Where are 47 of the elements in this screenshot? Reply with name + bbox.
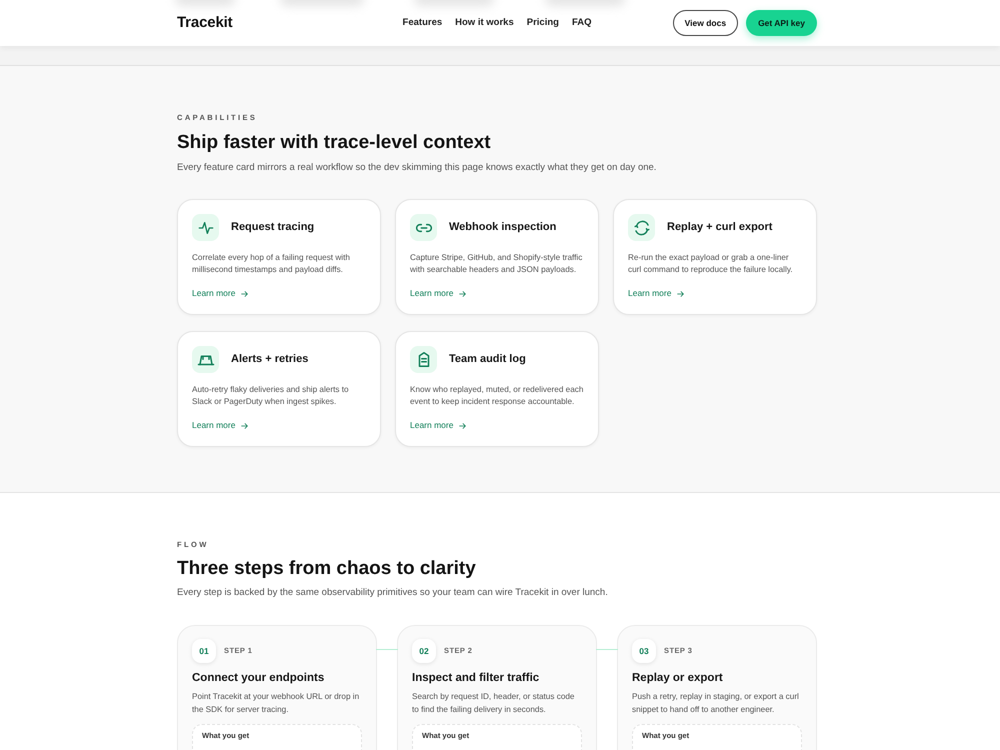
pulse-line-icon [198,220,214,236]
step-number-badge: 02 [412,639,436,663]
step-description: Point Tracekit at your webhook URL or drop in the SDK for server tracing. [192,691,360,716]
learn-more-link[interactable]: Learn more [628,287,684,300]
section-heading: Three steps from chaos to clarity [177,557,477,581]
step-title: Replay or export [632,671,724,686]
arrow-right-icon [677,290,684,297]
feature-description: Re-run the exact payload or grab a one-liner curl command to reproduce the failure locally. [628,252,794,276]
section-subtitle: Every step is backed by the same observability primitives so your team can wire Tracekit in over lunch. [177,586,609,599]
step-description: Search by request ID, header, or status code to find the failing delivery in seconds. [412,691,576,716]
section-subtitle: Every feature card mirrors a real workflow so the dev skimming this page knows exactly what they get on day one. [177,161,658,174]
arrow-right-icon [459,290,466,297]
nav-link[interactable]: How it works [455,16,514,30]
feature-title: Request tracing [231,220,314,236]
connector-line [596,649,618,650]
learn-more-link[interactable]: Learn more [192,419,248,432]
tray-icon [196,354,214,366]
feature-description: Auto-retry flaky deliveries and ship alerts to Slack or PagerDuty when ingest spikes. [192,384,350,408]
learn-more-link[interactable]: Learn more [410,287,466,300]
view-docs-button[interactable]: View docs [672,10,738,36]
section-heading: Ship faster with trace-level context [177,131,492,155]
nav-link[interactable]: Pricing [526,16,559,30]
get-api-key-button[interactable]: Get API key [746,10,817,36]
step-title: Connect your endpoints [192,671,326,686]
link-icon [416,222,432,232]
feature-description: Capture Stripe, GitHub, and Shopify-style traffic with searchable headers and JSON payloads. [410,252,584,276]
feature-title: Replay + curl export [667,220,772,236]
arrow-right-icon [241,290,248,297]
learn-more-link[interactable]: Learn more [410,419,466,432]
arrow-right-icon [241,422,248,429]
brand-logo: Tracekit [177,12,233,33]
nav-link[interactable]: Features [402,16,442,30]
arrow-right-icon [459,422,466,429]
refresh-arrows-icon [632,218,650,236]
feature-description: Correlate every hop of a failing request with millisecond timestamps and payload diffs. [192,252,351,276]
step-number-badge: 01 [192,639,216,663]
feature-title: Alerts + retries [231,352,308,368]
connector-line [376,649,398,650]
feature-title: Team audit log [449,352,526,368]
nav-link[interactable]: FAQ [572,16,592,30]
log-tag-icon [418,351,430,368]
feature-description: Know who replayed, muted, or redelivered each event to keep incident response accountable. [410,384,584,408]
step-title: Inspect and filter traffic [412,671,540,686]
step-description: Push a retry, replay in staging, or export a curl snippet to hand off to another engineer. [632,691,800,716]
learn-more-link[interactable]: Learn more [192,287,248,300]
feature-title: Webhook inspection [449,220,556,236]
step-number-badge: 03 [632,639,656,663]
